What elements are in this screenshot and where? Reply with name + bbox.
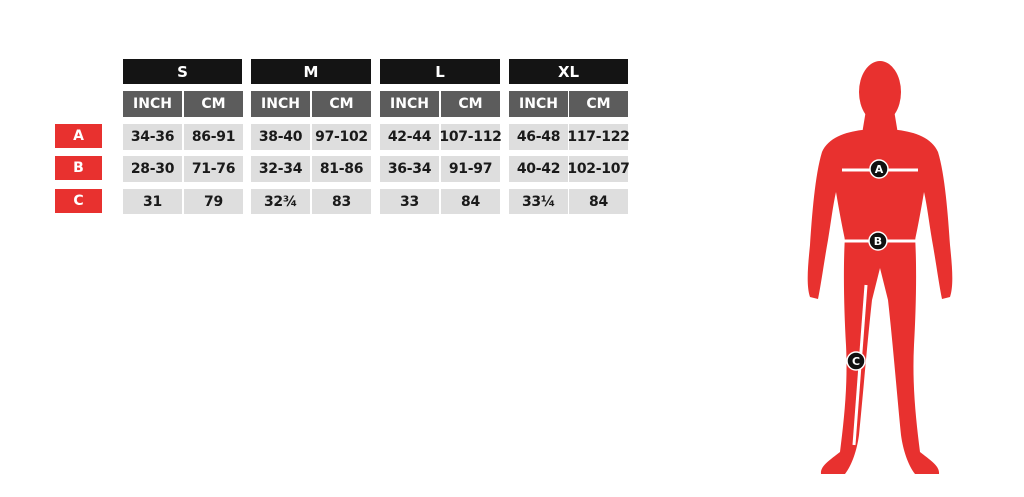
cell-c-xl-cm: 84 <box>569 189 628 214</box>
marker-c-label: C <box>852 355 860 368</box>
row-label-c: C <box>55 189 102 213</box>
row-label-b: B <box>55 156 102 180</box>
size-header-l: L <box>380 59 500 84</box>
unit-header-m-cm: CM <box>312 91 371 117</box>
cell-a-m-inch: 38-40 <box>251 124 310 150</box>
cell-a-xl-inch: 46-48 <box>509 124 568 150</box>
cell-b-m-cm: 81-86 <box>312 156 371 182</box>
marker-b: B <box>868 231 888 251</box>
cell-c-s-cm: 79 <box>184 189 243 214</box>
cell-a-s-inch: 34-36 <box>123 124 182 150</box>
size-header-m: M <box>251 59 371 84</box>
cell-b-l-cm: 91-97 <box>441 156 500 182</box>
cell-a-l-inch: 42-44 <box>380 124 439 150</box>
unit-header-xl-cm: CM <box>569 91 628 117</box>
marker-a: A <box>869 159 889 179</box>
cell-c-s-inch: 31 <box>123 189 182 214</box>
cell-c-l-inch: 33 <box>380 189 439 214</box>
cell-c-xl-inch: 33¼ <box>509 189 568 214</box>
unit-header-l-cm: CM <box>441 91 500 117</box>
size-header-xl: XL <box>509 59 628 84</box>
cell-c-m-inch: 32¾ <box>251 189 310 214</box>
cell-b-m-inch: 32-34 <box>251 156 310 182</box>
size-header-s: S <box>123 59 242 84</box>
cell-b-s-inch: 28-30 <box>123 156 182 182</box>
marker-c: C <box>846 351 866 371</box>
unit-header-s-inch: INCH <box>123 91 182 117</box>
cell-a-l-cm: 107-112 <box>439 124 502 150</box>
row-label-a: A <box>55 124 102 148</box>
body-silhouette <box>807 61 953 474</box>
cell-b-s-cm: 71-76 <box>184 156 243 182</box>
cell-a-m-cm: 97-102 <box>312 124 371 150</box>
cell-c-m-cm: 83 <box>312 189 371 214</box>
cell-b-xl-inch: 40-42 <box>509 156 568 182</box>
cell-b-xl-cm: 102-107 <box>567 156 630 182</box>
unit-header-xl-inch: INCH <box>509 91 568 117</box>
cell-a-s-cm: 86-91 <box>184 124 243 150</box>
unit-header-l-inch: INCH <box>380 91 439 117</box>
body-figure: A B C <box>807 61 953 474</box>
unit-header-m-inch: INCH <box>251 91 310 117</box>
unit-header-s-cm: CM <box>184 91 243 117</box>
cell-c-l-cm: 84 <box>441 189 500 214</box>
marker-a-label: A <box>875 163 884 176</box>
cell-b-l-inch: 36-34 <box>380 156 439 182</box>
cell-a-xl-cm: 117-122 <box>567 124 630 150</box>
marker-b-label: B <box>874 235 882 248</box>
